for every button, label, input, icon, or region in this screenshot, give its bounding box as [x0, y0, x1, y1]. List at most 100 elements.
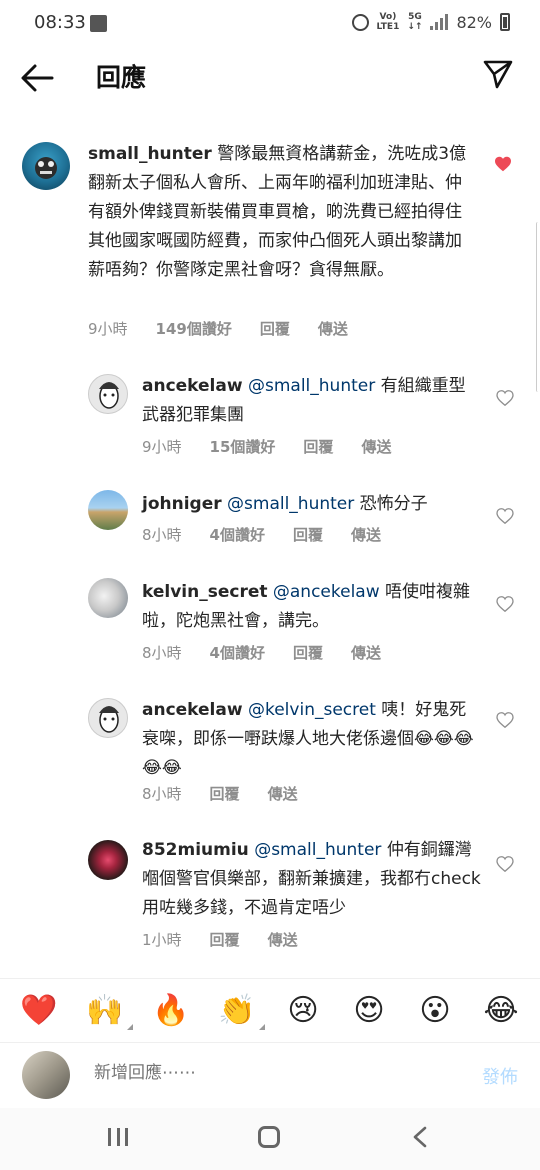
comment-likes[interactable]: 15個讚好 [210, 436, 276, 457]
comment-time: 8小時 [142, 644, 182, 662]
heart-outline-icon[interactable] [496, 390, 514, 406]
emoji-crying-button[interactable]: 😢 [283, 993, 323, 1028]
avatar[interactable] [88, 840, 128, 880]
emoji-heart-button[interactable]: ❤️ [19, 993, 59, 1028]
status-time: 08:33 [34, 12, 86, 33]
5g-label: 5G [408, 12, 422, 22]
5g-indicator: 5G ↓↑ [407, 12, 422, 32]
reply-item: ancekelaw @kelvin_secret 咦！好鬼死衰㗎，即係一嘢趺爆人… [0, 690, 540, 810]
comment-username[interactable]: ancekelaw [142, 700, 243, 720]
post-button[interactable]: 發佈 [482, 1063, 518, 1089]
send-button[interactable]: 傳送 [351, 642, 381, 663]
comment-username[interactable]: johniger [142, 494, 222, 514]
volte-label: Vo) [379, 12, 397, 22]
heart-outline-icon[interactable] [496, 596, 514, 612]
heart-outline-icon[interactable] [496, 712, 514, 728]
system-nav-bar [0, 1108, 540, 1170]
comment-username[interactable]: ancekelaw [142, 376, 243, 396]
status-bar: 08:33 Vo) LTE1 5G ↓↑ 82% [0, 0, 540, 48]
comment-meta: 8小時 回覆 傳送 [142, 783, 298, 804]
emoji-laughing-button[interactable]: 😂 [481, 993, 521, 1028]
comment-likes[interactable]: 149個讚好 [156, 318, 232, 339]
emoji-heart-eyes-button[interactable]: 😍 [349, 993, 389, 1028]
comment-text: 852miumiu @small_hunter 仲有銅鑼灣嗰個警官俱樂部，翻新兼… [142, 836, 482, 923]
emoji-surprised-button[interactable]: 😮 [415, 993, 455, 1028]
comment-time: 9小時 [88, 320, 128, 338]
direct-message-icon[interactable] [482, 58, 514, 90]
send-button[interactable]: 傳送 [351, 524, 381, 545]
gallery-notification-icon [90, 15, 107, 32]
alarm-icon [351, 13, 369, 31]
reply-button[interactable]: 回覆 [210, 783, 240, 804]
comment-time: 1小時 [142, 931, 182, 949]
comment-likes[interactable]: 4個讚好 [210, 524, 265, 545]
comment-meta: 9小時 149個讚好 回覆 傳送 [88, 318, 348, 339]
home-icon[interactable] [258, 1126, 280, 1148]
reply-item: 852miumiu @small_hunter 仲有銅鑼灣嗰個警官俱樂部，翻新兼… [0, 834, 540, 964]
reply-button[interactable]: 回覆 [260, 318, 290, 339]
avatar[interactable] [88, 374, 128, 414]
volte-indicator: Vo) LTE1 [377, 12, 400, 32]
reply-item: johniger @small_hunter 恐怖分子 8小時 4個讚好 回覆 … [0, 484, 540, 554]
signal-icon [430, 14, 449, 30]
page-title: 回應 [96, 63, 147, 92]
comment-username[interactable]: kelvin_secret [142, 582, 267, 602]
avatar[interactable] [22, 142, 70, 190]
comment-meta: 8小時 4個讚好 回覆 傳送 [142, 642, 381, 663]
send-button[interactable]: 傳送 [318, 318, 348, 339]
avatar[interactable] [88, 698, 128, 738]
reply-item: ancekelaw @small_hunter 有組織重型武器犯罪集團 9小時 … [0, 366, 540, 466]
back-arrow-icon[interactable] [20, 62, 54, 94]
comment-mention[interactable]: @kelvin_secret [248, 700, 376, 720]
reply-button[interactable]: 回覆 [303, 436, 333, 457]
comment-content: 恐怖分子 [359, 494, 428, 514]
comment-likes[interactable]: 4個讚好 [210, 642, 265, 663]
heart-outline-icon[interactable] [496, 508, 514, 524]
comment-mention[interactable]: @small_hunter [227, 494, 354, 514]
reply-button[interactable]: 回覆 [210, 929, 240, 950]
comment-text: ancekelaw @small_hunter 有組織重型武器犯罪集團 [142, 372, 482, 430]
data-arrows-label: ↓↑ [407, 22, 423, 32]
comment-text: small_hunter 警隊最無資格講薪金，洗咗成3億翻新太子個私人會所、上兩… [88, 140, 468, 285]
recents-icon[interactable] [108, 1128, 128, 1146]
comment-username[interactable]: 852miumiu [142, 840, 249, 860]
comment-time: 9小時 [142, 438, 182, 456]
comment-username[interactable]: small_hunter [88, 144, 212, 164]
comment-time: 8小時 [142, 526, 182, 544]
avatar[interactable] [88, 490, 128, 530]
lte-label: LTE1 [376, 22, 400, 32]
send-button[interactable]: 傳送 [361, 436, 391, 457]
comment-input-bar: 發佈 [0, 1042, 540, 1108]
comment-input[interactable] [94, 1063, 454, 1083]
comment-meta: 1小時 回覆 傳送 [142, 929, 298, 950]
comment-text: johniger @small_hunter 恐怖分子 [142, 490, 482, 519]
comment-time: 8小時 [142, 785, 182, 803]
comment-content: 警隊最無資格講薪金，洗咗成3億翻新太子個私人會所、上兩年啲福利加班津貼、仲有額外… [88, 144, 467, 280]
comment-item: small_hunter 警隊最無資格講薪金，洗咗成3億翻新太子個私人會所、上兩… [0, 130, 540, 350]
header: 回應 [0, 48, 540, 108]
reply-item: kelvin_secret @ancekelaw 唔使咁複雜啦，陀炮黑社會，講完… [0, 572, 540, 672]
comment-text: kelvin_secret @ancekelaw 唔使咁複雜啦，陀炮黑社會，講完… [142, 578, 482, 636]
emoji-fire-button[interactable]: 🔥 [151, 993, 191, 1028]
emoji-clap-button[interactable]: 👏 [217, 993, 265, 1030]
comment-text: ancekelaw @kelvin_secret 咦！好鬼死衰㗎，即係一嘢趺爆人… [142, 696, 482, 783]
reply-button[interactable]: 回覆 [293, 524, 323, 545]
heart-outline-icon[interactable] [496, 856, 514, 872]
reply-button[interactable]: 回覆 [293, 642, 323, 663]
emoji-raised-hands-button[interactable]: 🙌 [85, 993, 133, 1030]
heart-filled-icon[interactable] [494, 156, 512, 172]
comment-mention[interactable]: @small_hunter [248, 376, 375, 396]
comment-meta: 9小時 15個讚好 回覆 傳送 [142, 436, 391, 457]
send-button[interactable]: 傳送 [268, 783, 298, 804]
avatar[interactable] [88, 578, 128, 618]
comment-mention[interactable]: @ancekelaw [273, 582, 380, 602]
battery-icon [500, 13, 510, 31]
comment-mention[interactable]: @small_hunter [254, 840, 381, 860]
current-user-avatar [22, 1051, 70, 1099]
battery-percent: 82% [456, 12, 492, 32]
emoji-quick-bar: ❤️ 🙌 🔥 👏 😢 😍 😮 😂 [0, 978, 540, 1042]
status-icons: Vo) LTE1 5G ↓↑ 82% [351, 12, 510, 32]
comment-meta: 8小時 4個讚好 回覆 傳送 [142, 524, 381, 545]
send-button[interactable]: 傳送 [268, 929, 298, 950]
system-back-icon[interactable] [412, 1126, 428, 1148]
